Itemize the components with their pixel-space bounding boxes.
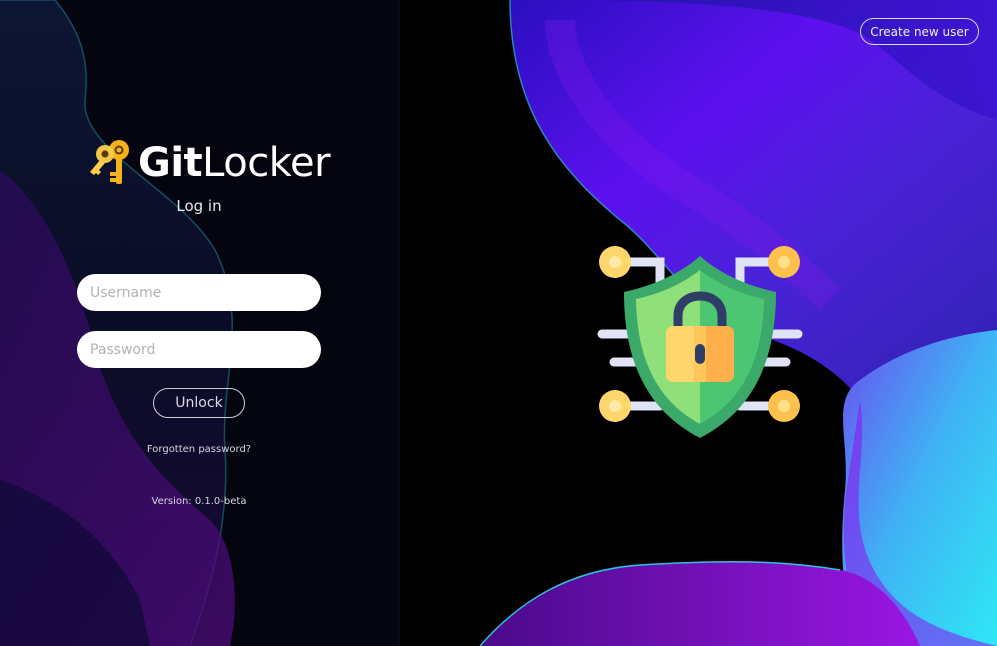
app-title: GitLocker xyxy=(138,138,331,188)
unlock-button[interactable]: Unlock xyxy=(153,388,245,418)
keys-icon xyxy=(90,140,129,184)
app-title-bold: Git xyxy=(138,140,203,186)
version-label: Version: 0.1.0-beta xyxy=(151,496,247,507)
security-shield-lock-icon xyxy=(597,246,803,438)
password-input[interactable] xyxy=(77,331,321,368)
create-new-user-button[interactable]: Create new user xyxy=(860,18,979,45)
forgot-password-link[interactable]: Forgotten password? xyxy=(0,444,398,455)
app-brand: GitLocker xyxy=(88,138,331,188)
login-panel: GitLocker Log in Unlock Forgotten passwo… xyxy=(0,0,398,646)
login-subtitle: Log in xyxy=(176,197,222,215)
username-input[interactable] xyxy=(77,274,321,311)
app-title-light: Locker xyxy=(202,140,331,186)
